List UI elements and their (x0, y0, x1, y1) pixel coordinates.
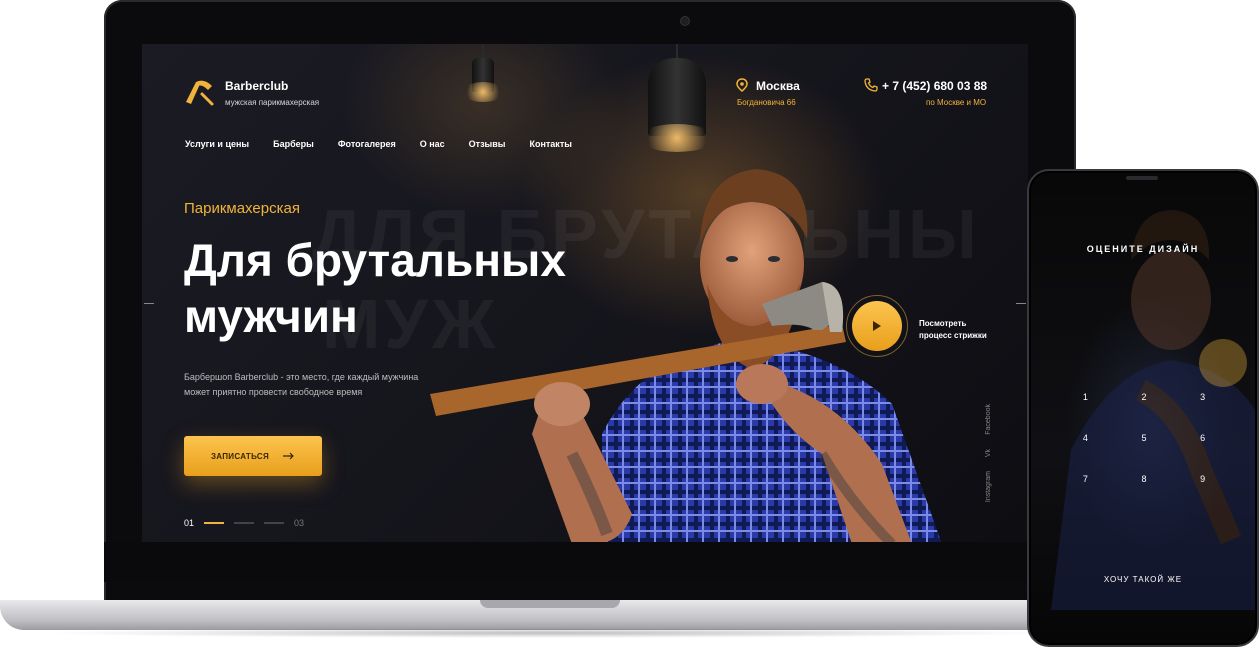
phone-digit-grid: 1 2 3 4 5 6 7 8 9 (1056, 392, 1232, 484)
razor-icon[interactable] (182, 76, 216, 108)
phone-play-circle (1199, 339, 1247, 387)
play-icon (873, 321, 881, 331)
digit-1[interactable]: 1 (1056, 392, 1115, 402)
pager-dot-2[interactable] (234, 522, 255, 524)
nav-item-gallery[interactable]: Фотогалерея (338, 139, 396, 149)
hero-description: Барбершоп Barberclub - это место, где ка… (184, 372, 419, 397)
phone-cta-text[interactable]: ХОЧУ ТАКОЙ ЖЕ (1031, 575, 1255, 584)
ceiling-lamp-large (638, 44, 716, 154)
hero-eyebrow: Парикмахерская (184, 200, 300, 217)
slider-pager: 01 03 (184, 518, 304, 528)
play-button[interactable] (852, 301, 902, 351)
phone-speaker (1126, 176, 1158, 180)
book-button[interactable]: ЗАПИСАТЬСЯ (184, 436, 322, 476)
digit-2[interactable]: 2 (1115, 392, 1174, 402)
address-label: Богдановича 66 (737, 98, 796, 107)
website-screen: ДЛЯ БРУТАЛЬНЫ МУЖ Barberclub мужская пар… (142, 44, 1028, 542)
arrow-right-icon (283, 452, 294, 460)
digit-5[interactable]: 5 (1115, 433, 1174, 443)
social-vk[interactable]: Vk (985, 449, 992, 457)
pager-dot-3[interactable] (264, 522, 285, 524)
digit-6[interactable]: 6 (1173, 433, 1232, 443)
laptop-bezel-bottom (104, 542, 1076, 582)
social-facebook[interactable]: Facebook (985, 404, 992, 435)
brand-tagline: мужская парикмахерская (225, 98, 320, 107)
brand-name[interactable]: Barberclub (225, 79, 288, 93)
pager-current: 01 (184, 518, 195, 528)
nav-item-services[interactable]: Услуги и цены (185, 139, 249, 149)
phone-note: по Москве и МО (926, 98, 987, 107)
nav-item-barbers[interactable]: Барберы (273, 139, 314, 149)
digit-9[interactable]: 9 (1173, 474, 1232, 484)
pager-dot-1[interactable] (204, 522, 225, 524)
nav-item-about[interactable]: О нас (420, 139, 445, 149)
digit-7[interactable]: 7 (1056, 474, 1115, 484)
nav-item-reviews[interactable]: Отзывы (469, 139, 506, 149)
ceiling-lamp-small (462, 44, 504, 104)
main-nav: Услуги и цены Барберы Фотогалерея О нас … (185, 139, 572, 149)
webcam (680, 16, 690, 26)
slider-prev-arrow[interactable] (144, 303, 154, 304)
pager-last: 03 (294, 518, 305, 528)
digit-4[interactable]: 4 (1056, 433, 1115, 443)
social-links: Facebook Vk Instagram (982, 404, 994, 502)
pin-icon (736, 78, 748, 92)
book-button-label: ЗАПИСАТЬСЯ (210, 451, 270, 461)
slider-next-arrow[interactable] (1016, 303, 1026, 304)
nav-item-contacts[interactable]: Контакты (529, 139, 571, 149)
phone-number[interactable]: + 7 (452) 680 03 88 (882, 79, 987, 93)
laptop-shadow (40, 628, 1050, 638)
phone-icon (864, 78, 878, 92)
video-label[interactable]: Посмотреть процесс стрижки (919, 318, 999, 342)
digit-3[interactable]: 3 (1173, 392, 1232, 402)
digit-8[interactable]: 8 (1115, 474, 1174, 484)
city-label[interactable]: Москва (756, 79, 800, 93)
phone-title: ОЦЕНИТЕ ДИЗАЙН (1086, 244, 1200, 254)
laptop-notch (480, 600, 620, 608)
social-instagram[interactable]: Instagram (985, 471, 992, 502)
